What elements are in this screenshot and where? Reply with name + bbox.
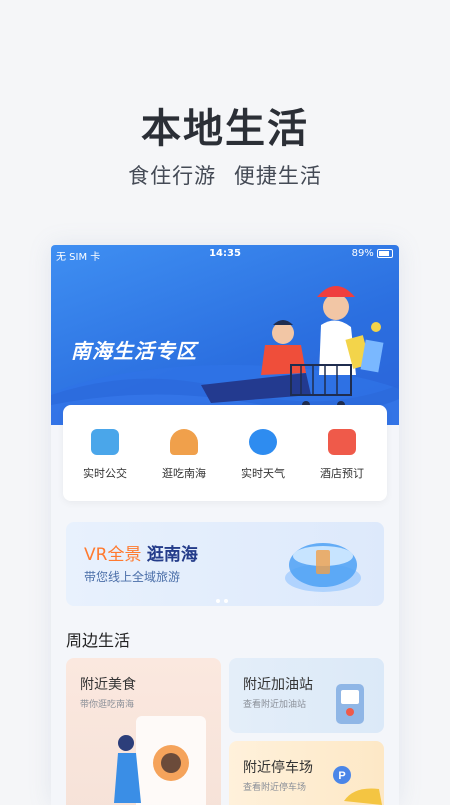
carousel-dot: [216, 599, 220, 603]
battery-icon: [377, 248, 393, 258]
nearby-food-card[interactable]: 附近美食 带你逛吃南海: [66, 658, 221, 805]
bus-icon: [91, 429, 119, 455]
dish-icon: [170, 429, 198, 455]
parking-card-title: 附近停车场: [243, 760, 313, 776]
food-card-title: 附近美食: [80, 677, 136, 693]
hero-subtitle: 食住行游 便捷生活: [128, 164, 322, 188]
quick-action-bus[interactable]: 实时公交: [75, 429, 135, 481]
gas-card-title: 附近加油站: [243, 677, 313, 693]
hero-title: 本地生活: [141, 106, 309, 152]
svg-text:P: P: [338, 770, 345, 782]
parking-card-subtitle: 查看附近停车场: [243, 783, 307, 793]
vr-subtitle: 带您线上全域旅游: [84, 570, 181, 584]
quick-action-food[interactable]: 逛吃南海: [154, 429, 214, 481]
quick-action-label: 实时公交: [83, 467, 127, 480]
weather-drop-icon: [249, 429, 277, 455]
banner-title: 南海生活专区: [71, 339, 197, 363]
quick-action-label: 实时天气: [241, 467, 285, 480]
hotel-icon: [328, 429, 356, 455]
vr-panorama-icon: [285, 543, 361, 592]
vr-title: VR全景 逛南海: [84, 540, 198, 565]
status-bar: 无 SIM 卡 14:35 89%: [51, 245, 399, 263]
carousel-dots: [216, 588, 232, 606]
parking-icon: P: [333, 766, 382, 805]
gas-pump-icon: [336, 684, 364, 724]
vr-title-strong: 逛南海: [146, 545, 198, 565]
banner[interactable]: 南海生活专区: [51, 245, 399, 425]
quick-action-weather[interactable]: 实时天气: [233, 429, 293, 481]
battery-percent: 89%: [351, 248, 374, 259]
vr-tour-card[interactable]: VR全景 逛南海 带您线上全域旅游: [66, 522, 384, 606]
status-time: 14:35: [209, 248, 241, 259]
phone-screen: 南海生活专区 无 SIM 卡 14:35 89% 实时公交 逛吃南海 实时天气 …: [51, 245, 399, 805]
food-illustration: [114, 716, 206, 805]
vr-title-accent: VR全景: [84, 545, 142, 565]
nearby-parking-card[interactable]: 附近停车场 查看附近停车场 P: [229, 741, 384, 805]
section-title: 周边生活: [66, 631, 131, 650]
carousel-dot: [224, 599, 228, 603]
quick-action-label: 酒店预订: [320, 467, 364, 480]
quick-action-label: 逛吃南海: [162, 467, 206, 480]
nearby-gas-station-card[interactable]: 附近加油站 查看附近加油站: [229, 658, 384, 733]
status-right: 89%: [352, 248, 393, 259]
gas-card-subtitle: 查看附近加油站: [243, 700, 307, 710]
quick-actions-card: 实时公交 逛吃南海 实时天气 酒店预订: [63, 405, 387, 501]
quick-action-hotel[interactable]: 酒店预订: [312, 429, 372, 481]
shopping-couple-illustration: [201, 286, 384, 409]
